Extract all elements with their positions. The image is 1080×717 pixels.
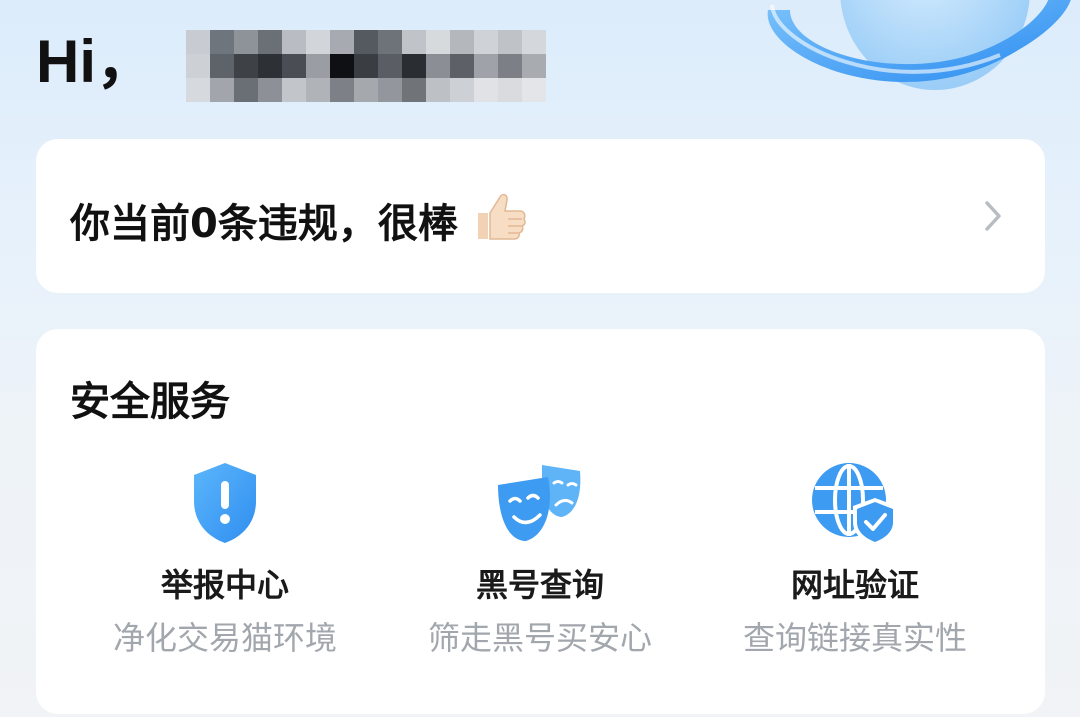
thumbs-up-icon <box>474 191 528 255</box>
security-services-card: 安全服务 举报中心 净化交易猫环境 黑号查询 筛走黑号买安心 网址验证 查询链接… <box>36 329 1045 714</box>
globe-shield-icon <box>812 463 897 546</box>
service-title: 举报中心 <box>160 566 289 604</box>
blurred-username <box>186 30 546 102</box>
service-url-verification[interactable]: 网址验证 查询链接真实性 <box>698 457 1012 659</box>
service-black-account-check[interactable]: 黑号查询 筛走黑号买安心 <box>383 457 697 659</box>
violation-status: 你当前0条违规，很棒 <box>70 191 528 255</box>
service-subtitle: 查询链接真实性 <box>742 619 967 657</box>
violation-card[interactable]: 你当前0条违规，很棒 <box>36 139 1045 293</box>
service-report-center[interactable]: 举报中心 净化交易猫环境 <box>68 457 382 659</box>
shield-alert-icon <box>194 463 256 543</box>
service-subtitle: 净化交易猫环境 <box>112 619 337 657</box>
service-subtitle: 筛走黑号买安心 <box>427 619 652 657</box>
service-title: 黑号查询 <box>475 566 604 604</box>
greeting: Hi， <box>36 22 546 102</box>
planet-decoration-icon <box>767 0 1071 90</box>
service-title: 网址验证 <box>790 566 919 604</box>
violation-text: 你当前0条违规，很棒 <box>70 201 458 247</box>
greeting-text: Hi， <box>36 28 156 95</box>
chevron-right-icon[interactable] <box>983 199 1003 233</box>
drama-masks-icon <box>498 465 581 541</box>
section-title: 安全服务 <box>70 379 230 425</box>
